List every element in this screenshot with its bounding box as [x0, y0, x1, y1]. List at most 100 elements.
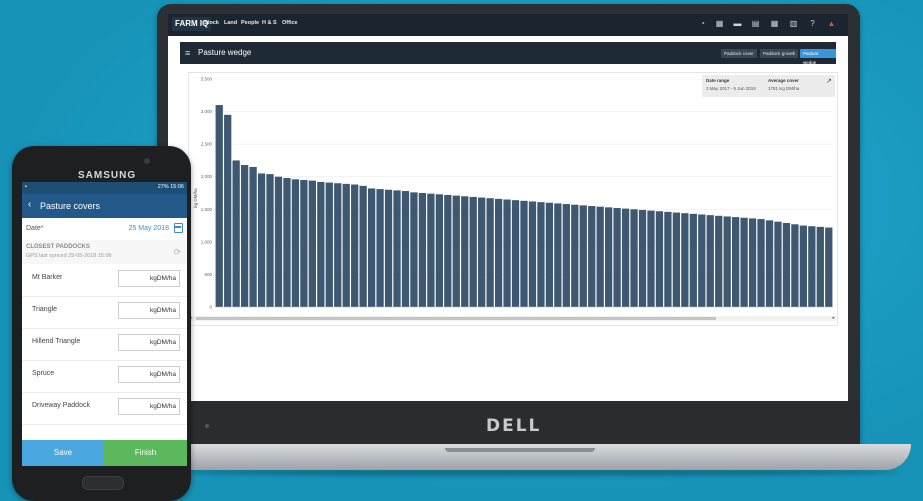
paddock-cover-input[interactable]: kgDM/ha — [118, 334, 180, 351]
chart-bar[interactable] — [732, 217, 740, 307]
chart-bar[interactable] — [452, 195, 460, 307]
nav-stock[interactable]: Stock — [204, 20, 219, 26]
chart-bar[interactable] — [791, 224, 799, 307]
folder-icon[interactable]: ▬ — [733, 19, 742, 28]
chart-bar[interactable] — [537, 202, 545, 307]
chart-bar[interactable] — [503, 199, 511, 307]
chart-bar[interactable] — [723, 216, 731, 307]
chart-bar[interactable] — [689, 213, 697, 307]
chart-bar[interactable] — [774, 221, 782, 307]
save-button[interactable]: Save — [22, 440, 104, 466]
chart-bar[interactable] — [698, 214, 706, 308]
chart-bar[interactable] — [376, 189, 384, 307]
paddock-cover-input[interactable]: kgDM/ha — [118, 270, 180, 287]
chart-bar[interactable] — [351, 184, 359, 307]
help-icon[interactable]: ? — [808, 19, 817, 28]
chart-bar[interactable] — [621, 208, 630, 307]
chart-bar[interactable] — [647, 210, 655, 307]
calendar-icon[interactable]: ▤ — [751, 19, 760, 28]
hamburger-menu-icon[interactable]: ≡ — [185, 48, 190, 58]
chart-bar[interactable] — [359, 185, 367, 307]
chart-icon[interactable]: ▦ — [715, 19, 724, 28]
chart-bar[interactable] — [257, 173, 266, 307]
chart-bar[interactable] — [384, 189, 393, 307]
phone-home-button[interactable] — [82, 476, 124, 490]
chart-bar[interactable] — [367, 188, 376, 307]
map-icon[interactable]: ▥ — [789, 19, 798, 28]
chart-bar[interactable] — [655, 211, 664, 307]
tab-pasture-wedge[interactable]: Pasture wedge — [800, 49, 836, 65]
chart-bar[interactable] — [444, 194, 452, 307]
grid-icon[interactable]: ▦ — [770, 19, 779, 28]
chart-bar[interactable] — [799, 225, 808, 307]
chart-bar[interactable] — [748, 218, 757, 307]
chart-bar[interactable] — [283, 178, 291, 307]
chart-bar[interactable] — [249, 166, 257, 307]
nav-land[interactable]: Land — [224, 20, 237, 26]
chart-bar[interactable] — [342, 183, 350, 307]
chart-bar[interactable] — [317, 181, 325, 307]
date-value[interactable]: 25 May 2018 — [129, 225, 169, 232]
chart-bar[interactable] — [232, 160, 240, 307]
chart-bar[interactable] — [410, 192, 418, 307]
chart-bar[interactable] — [757, 219, 765, 307]
chart-scrollbar[interactable]: ◂ ▸ — [188, 316, 836, 321]
chart-bar[interactable] — [215, 105, 223, 307]
nav-health-safety[interactable]: H & S — [262, 20, 277, 26]
chart-bar[interactable] — [291, 179, 300, 307]
chart-bar[interactable] — [401, 191, 410, 307]
chart-bar[interactable] — [240, 164, 249, 307]
chart-bar[interactable] — [554, 203, 562, 307]
chart-bar[interactable] — [715, 215, 723, 307]
chart-bar[interactable] — [816, 226, 824, 307]
chart-bar[interactable] — [562, 204, 570, 307]
alert-icon[interactable]: ▲ — [827, 19, 836, 28]
date-row[interactable]: Date* 25 May 2018 — [22, 218, 187, 241]
paddock-cover-input[interactable]: kgDM/ha — [118, 302, 180, 319]
chart-bar[interactable] — [300, 179, 308, 307]
chart-bar[interactable] — [334, 183, 342, 307]
chart-bar[interactable] — [596, 206, 604, 307]
tab-paddock-cover[interactable]: Paddock cover — [721, 49, 757, 58]
export-icon[interactable]: ↗ — [826, 77, 832, 85]
refresh-icon[interactable]: ⟳ — [173, 247, 181, 258]
chart-bar[interactable] — [808, 226, 816, 307]
chart-bar[interactable] — [782, 222, 791, 307]
chart-bar[interactable] — [740, 217, 748, 307]
chart-bar[interactable] — [520, 200, 528, 307]
chart-bar[interactable] — [664, 211, 672, 307]
chart-bar[interactable] — [478, 197, 486, 307]
chart-bar[interactable] — [613, 207, 621, 307]
chart-bar[interactable] — [393, 190, 401, 307]
chart-bar[interactable] — [630, 209, 638, 307]
chart-bar[interactable] — [825, 227, 833, 307]
chart-bar[interactable] — [579, 205, 587, 307]
nav-people[interactable]: People — [241, 20, 259, 26]
chart-bar[interactable] — [224, 114, 232, 307]
chart-bar[interactable] — [427, 193, 435, 307]
chart-bar[interactable] — [528, 201, 537, 307]
back-arrow-icon[interactable]: ‹ — [28, 199, 31, 211]
paddock-cover-input[interactable]: kgDM/ha — [118, 366, 180, 383]
finish-button[interactable]: Finish — [104, 440, 187, 466]
paddock-cover-input[interactable]: kgDM/ha — [118, 398, 180, 415]
chart-bar[interactable] — [325, 182, 333, 307]
chart-bar[interactable] — [308, 180, 316, 307]
chart-bar[interactable] — [638, 209, 647, 307]
chart-bar[interactable] — [274, 176, 283, 307]
chart-bar[interactable] — [511, 200, 520, 307]
chart-bar[interactable] — [461, 196, 469, 307]
chart-bar[interactable] — [605, 207, 613, 307]
chart-bar[interactable] — [681, 213, 689, 307]
chart-bar[interactable] — [418, 193, 427, 307]
calendar-icon[interactable] — [174, 223, 183, 233]
chart-bar[interactable] — [672, 212, 681, 307]
scroll-right-icon[interactable]: ▸ — [832, 316, 835, 321]
chart-bar[interactable] — [545, 202, 554, 307]
scroll-thumb[interactable] — [196, 317, 716, 320]
speedometer-icon[interactable]: ◔ — [698, 19, 707, 28]
chart-bar[interactable] — [266, 174, 274, 307]
chart-bar[interactable] — [571, 204, 579, 307]
chart-bar[interactable] — [765, 220, 774, 307]
chart-bar[interactable] — [435, 194, 443, 307]
